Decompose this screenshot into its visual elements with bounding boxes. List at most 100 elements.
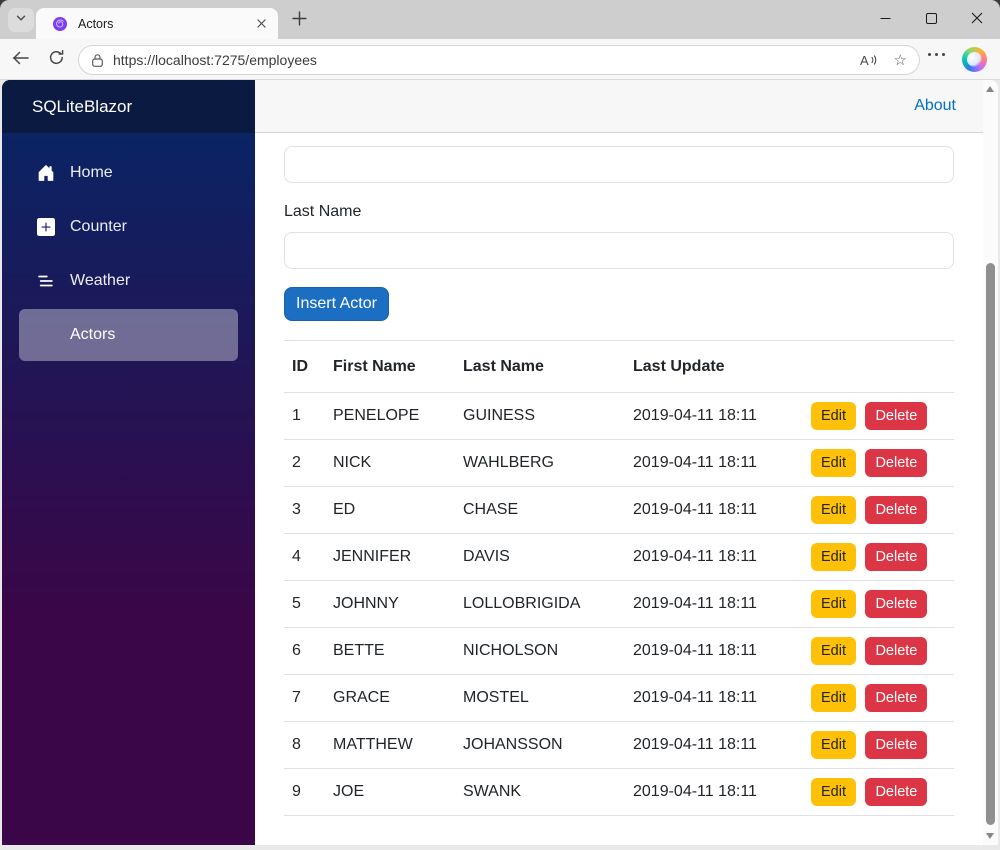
minimize-icon xyxy=(880,11,891,29)
refresh-icon xyxy=(48,49,65,71)
header-id: ID xyxy=(284,340,325,393)
cell-id: 9 xyxy=(284,768,325,816)
tab-title: Actors xyxy=(78,16,114,31)
sidebar-item-counter[interactable]: Counter xyxy=(19,201,238,253)
insert-actor-button[interactable]: Insert Actor xyxy=(284,287,389,321)
cell-first-name: NICK xyxy=(325,439,455,487)
cell-id: 7 xyxy=(284,674,325,722)
address-bar[interactable]: https://localhost:7275/employees A ☆ xyxy=(78,45,920,75)
tab-close-icon[interactable] xyxy=(252,15,270,33)
sidebar-item-weather[interactable]: Weather xyxy=(19,255,238,307)
edit-button[interactable]: Edit xyxy=(811,637,856,665)
maximize-icon xyxy=(925,11,937,29)
tab-search-button[interactable] xyxy=(8,8,34,32)
edit-button[interactable]: Edit xyxy=(811,778,856,806)
home-icon xyxy=(36,163,56,183)
edit-button[interactable]: Edit xyxy=(811,543,856,571)
sidebar-item-actors[interactable]: Actors xyxy=(19,309,238,361)
favorites-star-icon[interactable]: ☆ xyxy=(894,51,907,69)
scroll-up-icon[interactable] xyxy=(986,86,994,92)
edit-button[interactable]: Edit xyxy=(811,684,856,712)
delete-button[interactable]: Delete xyxy=(865,731,928,759)
window-controls xyxy=(862,0,1000,39)
app-brand: SQLiteBlazor xyxy=(2,80,255,133)
sidebar-item-home[interactable]: Home xyxy=(19,147,238,199)
close-icon xyxy=(971,11,983,29)
page-viewport: SQLiteBlazor Home Counter Weather Actors… xyxy=(2,80,998,845)
minimize-button[interactable] xyxy=(862,0,908,39)
delete-button[interactable]: Delete xyxy=(865,543,928,571)
delete-button[interactable]: Delete xyxy=(865,402,928,430)
edit-button[interactable]: Edit xyxy=(811,496,856,524)
cell-first-name: JOHNNY xyxy=(325,580,455,628)
cell-first-name: MATTHEW xyxy=(325,721,455,769)
edit-button[interactable]: Edit xyxy=(811,402,856,430)
delete-button[interactable]: Delete xyxy=(865,590,928,618)
blank-icon xyxy=(36,325,56,345)
table-header-row: ID First Name Last Name Last Update xyxy=(284,340,954,393)
table-row: 5 JOHNNY LOLLOBRIGIDA 2019-04-11 18:11 E… xyxy=(284,580,954,628)
cell-id: 5 xyxy=(284,580,325,628)
delete-button[interactable]: Delete xyxy=(865,684,928,712)
cell-actions: Edit Delete xyxy=(803,768,954,816)
cell-last-update: 2019-04-11 18:11 xyxy=(625,768,803,816)
cell-last-update: 2019-04-11 18:11 xyxy=(625,439,803,487)
window-frame: SQLiteBlazor Home Counter Weather Actors… xyxy=(0,80,1000,850)
cell-id: 2 xyxy=(284,439,325,487)
cell-actions: Edit Delete xyxy=(803,627,954,675)
maximize-button[interactable] xyxy=(908,0,954,39)
back-arrow-icon xyxy=(11,50,30,71)
delete-button[interactable]: Delete xyxy=(865,449,928,477)
delete-button[interactable]: Delete xyxy=(865,637,928,665)
delete-button[interactable]: Delete xyxy=(865,778,928,806)
close-window-button[interactable] xyxy=(954,0,1000,39)
last-name-label: Last Name xyxy=(284,203,362,220)
cell-last-name: MOSTEL xyxy=(455,674,625,722)
first-name-input[interactable] xyxy=(284,146,954,183)
cell-last-name: LOLLOBRIGIDA xyxy=(455,580,625,628)
read-aloud-icon[interactable]: A xyxy=(860,53,878,68)
list-icon xyxy=(36,271,56,291)
cell-last-name: JOHANSSON xyxy=(455,721,625,769)
cell-last-update: 2019-04-11 18:11 xyxy=(625,674,803,722)
cell-last-update: 2019-04-11 18:11 xyxy=(625,721,803,769)
cell-last-update: 2019-04-11 18:11 xyxy=(625,533,803,581)
copilot-icon[interactable] xyxy=(962,47,987,72)
edit-button[interactable]: Edit xyxy=(811,590,856,618)
browser-window: Actors https://localhost:7275/employees … xyxy=(0,0,1000,850)
header-actions xyxy=(803,340,954,393)
settings-more-button[interactable] xyxy=(928,53,945,56)
new-tab-button[interactable] xyxy=(289,11,309,31)
scrollbar-thumb[interactable] xyxy=(986,263,995,825)
header-first-name: First Name xyxy=(325,340,455,393)
last-name-input[interactable] xyxy=(284,232,954,269)
sidebar-item-label: Counter xyxy=(70,218,127,235)
cell-first-name: GRACE xyxy=(325,674,455,722)
cell-first-name: ED xyxy=(325,486,455,534)
cell-actions: Edit Delete xyxy=(803,392,954,440)
cell-first-name: PENELOPE xyxy=(325,392,455,440)
page-content: Last Name Insert Actor ID First Name Las… xyxy=(255,133,983,816)
plus-square-icon xyxy=(36,217,56,237)
sidebar-nav: Home Counter Weather Actors xyxy=(2,133,255,361)
browser-tab-actors[interactable]: Actors xyxy=(36,8,278,39)
tab-strip: Actors xyxy=(0,0,1000,39)
table-row: 9 JOE SWANK 2019-04-11 18:11 Edit Delete xyxy=(284,768,954,816)
edit-button[interactable]: Edit xyxy=(811,731,856,759)
table-row: 2 NICK WAHLBERG 2019-04-11 18:11 Edit De… xyxy=(284,439,954,487)
refresh-button[interactable] xyxy=(44,49,68,71)
actors-table: ID First Name Last Name Last Update 1 PE… xyxy=(284,340,954,816)
cell-actions: Edit Delete xyxy=(803,486,954,534)
back-button[interactable] xyxy=(8,49,32,71)
edit-button[interactable]: Edit xyxy=(811,449,856,477)
lock-icon xyxy=(91,53,104,68)
table-row: 4 JENNIFER DAVIS 2019-04-11 18:11 Edit D… xyxy=(284,533,954,581)
vertical-scrollbar[interactable] xyxy=(983,80,998,845)
about-link[interactable]: About xyxy=(914,97,956,115)
svg-text:A: A xyxy=(860,53,869,68)
cell-first-name: BETTE xyxy=(325,627,455,675)
main-area: About Last Name Insert Actor ID First Na… xyxy=(255,80,983,845)
delete-button[interactable]: Delete xyxy=(865,496,928,524)
scroll-down-icon[interactable] xyxy=(986,833,994,839)
sidebar: SQLiteBlazor Home Counter Weather Actors xyxy=(2,80,255,845)
